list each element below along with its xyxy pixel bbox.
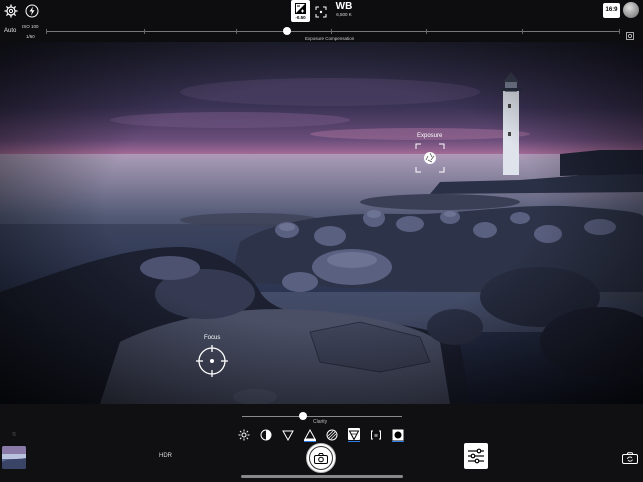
exposure-value: -0.50 bbox=[295, 15, 306, 20]
active-tool-underline bbox=[392, 441, 404, 442]
slider-tick bbox=[331, 29, 332, 34]
vignette-icon[interactable] bbox=[392, 428, 404, 441]
aperture-lock-icon[interactable] bbox=[626, 27, 634, 40]
active-tool-underline bbox=[304, 441, 316, 442]
clarity-label: Clarity bbox=[313, 419, 328, 425]
brightness-icon[interactable] bbox=[238, 428, 250, 441]
focus-reticle[interactable] bbox=[194, 343, 230, 379]
shadows-icon[interactable] bbox=[282, 428, 294, 442]
slider-tick bbox=[144, 29, 145, 34]
raw-icon[interactable]: ≋ bbox=[370, 428, 382, 440]
svg-text:≋: ≋ bbox=[374, 433, 378, 439]
aspect-ratio-button[interactable]: 16:9 bbox=[603, 3, 620, 18]
iso-label: ISO 100 bbox=[22, 24, 39, 29]
sliders-icon[interactable] bbox=[464, 443, 488, 469]
camera-viewfinder[interactable] bbox=[0, 42, 643, 404]
exposure-slider-track[interactable] bbox=[46, 29, 620, 34]
slider-tick bbox=[522, 29, 523, 34]
focus-frame-icon[interactable] bbox=[315, 5, 327, 18]
exposure-reticle[interactable] bbox=[414, 142, 446, 174]
camera-icon bbox=[309, 446, 333, 470]
exposure-point-label: Exposure bbox=[417, 133, 443, 139]
switch-camera-icon[interactable] bbox=[622, 451, 638, 464]
slider-tick bbox=[236, 29, 237, 34]
clarity-slider-knob[interactable] bbox=[298, 412, 307, 420]
exposure-tool-button[interactable]: -0.50 bbox=[291, 0, 310, 22]
white-balance-title: WB bbox=[335, 1, 353, 12]
white-balance-value: 6,500 K bbox=[336, 12, 352, 17]
avatar[interactable] bbox=[623, 2, 639, 18]
active-tool-underline bbox=[348, 441, 360, 442]
saturation-icon[interactable] bbox=[326, 428, 338, 441]
home-indicator bbox=[241, 475, 403, 478]
hdr-button[interactable]: HDR bbox=[159, 453, 172, 459]
pi-indicator: π bbox=[12, 432, 17, 438]
clarity-slider-track[interactable] bbox=[242, 416, 402, 417]
focus-point-label: Focus bbox=[204, 335, 221, 341]
exposure-slider-label: Exposure Compensation bbox=[305, 36, 355, 41]
shutter-button[interactable] bbox=[306, 443, 336, 473]
viewfinder-image bbox=[0, 42, 643, 404]
slider-tick bbox=[426, 29, 427, 34]
slider-tick bbox=[46, 29, 47, 34]
clarity-icon[interactable] bbox=[348, 428, 360, 441]
shutter-speed-value: 1/60 bbox=[26, 34, 35, 39]
highlights-icon[interactable] bbox=[304, 428, 316, 441]
exposure-mode-label[interactable]: Auto bbox=[4, 28, 16, 34]
last-photo-thumbnail[interactable] bbox=[2, 446, 26, 469]
contrast-icon[interactable] bbox=[260, 428, 272, 441]
slider-tick bbox=[619, 29, 620, 34]
exposure-compensation-icon bbox=[295, 3, 306, 14]
flash-icon[interactable] bbox=[24, 3, 40, 19]
white-balance-button[interactable]: WB 6,500 K bbox=[333, 1, 355, 23]
gear-icon[interactable] bbox=[3, 3, 19, 19]
